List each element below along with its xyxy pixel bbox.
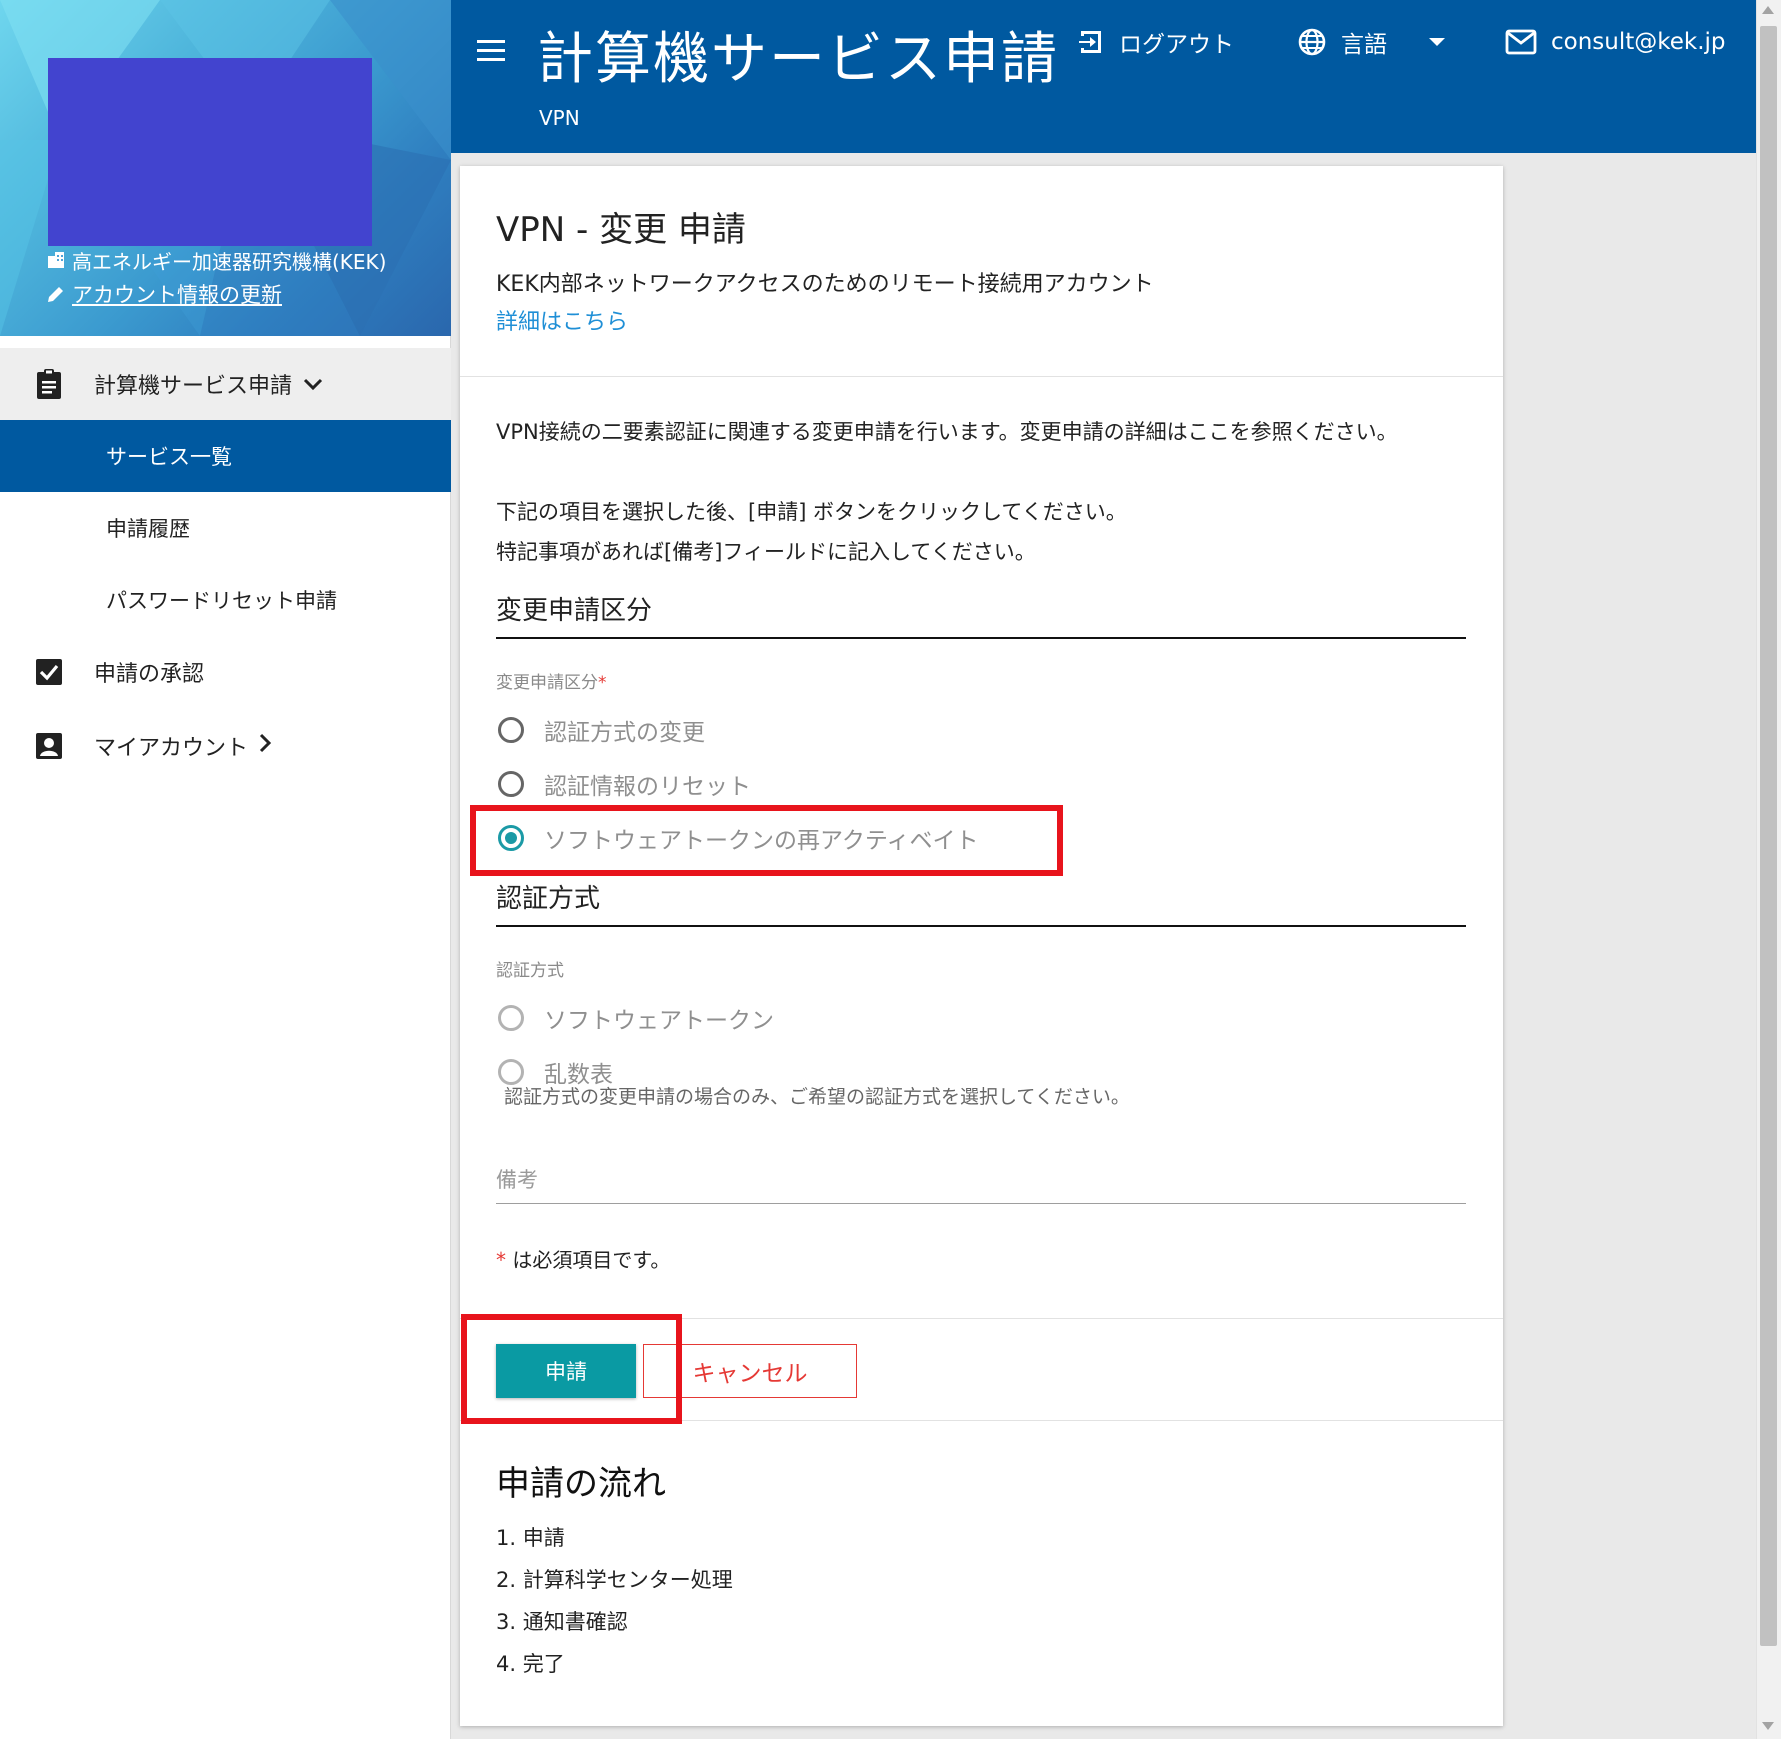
caret-down-icon	[1429, 38, 1445, 46]
contact-email-link[interactable]: consult@kek.jp	[1505, 22, 1726, 62]
nav-approval[interactable]: 申請の承認	[0, 636, 451, 708]
organization-name: 高エネルギー加速器研究機構(KEK)	[72, 249, 387, 274]
language-selector[interactable]: 言語	[1297, 22, 1447, 62]
divider	[460, 376, 1503, 377]
remarks-input[interactable]	[496, 1156, 1466, 1204]
app-title: 計算機サービス申請	[537, 27, 1059, 92]
divider	[460, 1420, 1503, 1421]
radio-option-reset-credentials[interactable]: 認証情報のリセット	[498, 764, 751, 804]
radio-button[interactable]	[498, 771, 524, 797]
profile-header: 高エネルギー加速器研究機構(KEK) アカウント情報の更新	[0, 0, 451, 336]
radio-option-label: ソフトウェアトークン	[544, 1008, 774, 1034]
flow-step: 2. 計算科学センター処理	[496, 1568, 733, 1592]
flow-step: 4. 完了	[496, 1652, 565, 1676]
required-note: * は必須項目です。	[496, 1244, 670, 1273]
auth-method-label: 認証方式	[496, 961, 564, 981]
nav-my-account-label: マイアカウント	[94, 736, 249, 761]
radio-option-label: 認証情報のリセット	[544, 774, 751, 800]
scroll-down-arrow-icon[interactable]	[1762, 1722, 1774, 1730]
radio-option-label: 認証方式の変更	[544, 720, 705, 746]
organization-line: 高エネルギー加速器研究機構(KEK)	[46, 246, 386, 274]
page-title: VPN - 変更 申請	[496, 210, 746, 250]
service-description: KEK内部ネットワークアクセスのためのリモート接続用アカウント	[496, 272, 1154, 297]
required-star: *	[496, 1248, 506, 1272]
nav-approval-label: 申請の承認	[94, 662, 205, 687]
intro-text-2: 下記の項目を選択した後、[申請] ボタンをクリックしてください。	[496, 500, 1127, 524]
required-note-text: は必須項目です。	[506, 1248, 671, 1272]
sidebar: 高エネルギー加速器研究機構(KEK) アカウント情報の更新 計算機サービス申請 …	[0, 0, 451, 1739]
scrollbar-thumb[interactable]	[1760, 26, 1777, 1646]
flow-title: 申請の流れ	[496, 1464, 666, 1504]
radio-option-reactivate-token[interactable]: ソフトウェアトークンの再アクティベイト	[498, 818, 978, 858]
radio-option-label: ソフトウェアトークンの再アクティベイト	[544, 828, 979, 854]
language-label: 言語	[1341, 32, 1387, 58]
globe-icon	[1298, 28, 1326, 56]
account-update-link[interactable]: アカウント情報の更新	[46, 280, 282, 308]
divider	[460, 1318, 1503, 1319]
cancel-button[interactable]: キャンセル	[643, 1344, 857, 1398]
intro-text-3: 特記事項があれば[備考]フィールドに記入してください。	[496, 540, 1036, 564]
request-form-card: VPN - 変更 申請 KEK内部ネットワークアクセスのためのリモート接続用アカ…	[460, 166, 1503, 1726]
required-star: *	[598, 673, 607, 693]
auth-method-hint: 認証方式の変更申請の場合のみ、ご希望の認証方式を選択してください。	[504, 1086, 1130, 1108]
redacted-profile-image	[48, 58, 372, 246]
top-app-bar: 計算機サービス申請 VPN ログアウト 言語 consult@kek.jp	[451, 0, 1756, 153]
clipboard-icon	[34, 369, 64, 399]
radio-button[interactable]	[498, 717, 524, 743]
logout-label: ログアウト	[1119, 32, 1234, 58]
hamburger-menu-icon[interactable]	[477, 32, 513, 68]
change-category-heading: 変更申請区分	[496, 590, 1466, 639]
intro-text-1: VPN接続の二要素認証に関連する変更申請を行います。変更申請の詳細はここを参照く…	[496, 420, 1398, 444]
radio-button-disabled[interactable]	[498, 1005, 524, 1031]
nav-service-requests[interactable]: 計算機サービス申請	[0, 348, 451, 420]
nav-service-list[interactable]: サービス一覧	[0, 420, 451, 492]
change-category-label: 変更申請区分*	[496, 668, 607, 693]
building-icon	[48, 252, 64, 268]
pencil-icon	[48, 287, 63, 302]
contact-email: consult@kek.jp	[1551, 29, 1726, 55]
nav-service-requests-label: 計算機サービス申請	[94, 374, 293, 399]
logout-button[interactable]: ログアウト	[1077, 22, 1234, 62]
details-link[interactable]: 詳細はこちら	[496, 304, 628, 336]
flow-step: 3. 通知書確認	[496, 1610, 628, 1634]
radio-button-selected[interactable]	[498, 825, 524, 851]
auth-method-heading: 認証方式	[496, 878, 1466, 927]
account-update-label[interactable]: アカウント情報の更新	[72, 279, 282, 309]
flow-step: 1. 申請	[496, 1526, 565, 1550]
account-box-icon	[34, 731, 64, 761]
chevron-down-icon	[302, 372, 324, 397]
chevron-right-icon	[258, 732, 272, 760]
change-category-label-text: 変更申請区分	[496, 673, 598, 693]
checkbox-checked-icon	[34, 657, 64, 687]
mail-icon	[1505, 29, 1537, 55]
radio-option-software-token[interactable]: ソフトウェアトークン	[498, 998, 774, 1038]
nav-password-reset[interactable]: パスワードリセット申請	[0, 564, 451, 636]
logout-icon	[1079, 31, 1101, 53]
radio-option-change-method[interactable]: 認証方式の変更	[498, 710, 705, 750]
nav-my-account[interactable]: マイアカウント	[0, 710, 451, 782]
nav-request-history[interactable]: 申請履歴	[0, 492, 451, 564]
app-subtitle: VPN	[539, 106, 580, 130]
submit-button[interactable]: 申請	[496, 1344, 636, 1398]
scroll-up-arrow-icon[interactable]	[1762, 6, 1774, 14]
